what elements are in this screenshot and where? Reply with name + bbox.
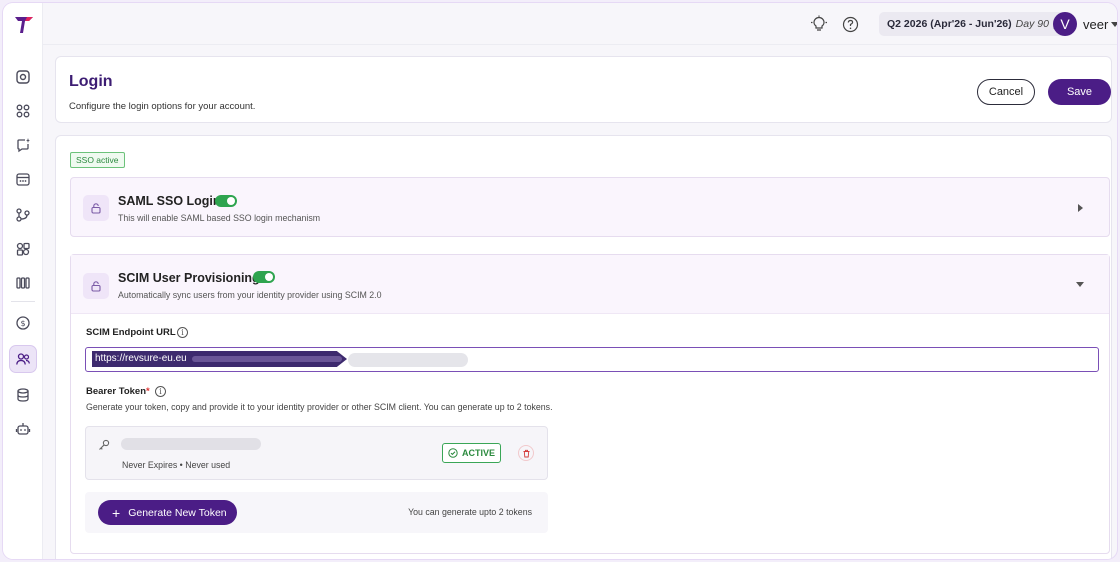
user-menu-chevron-down-icon[interactable]	[1111, 22, 1117, 27]
scim-endpoint-value: https://revsure-eu.eu	[95, 353, 187, 364]
saml-description: This will enable SAML based SSO login me…	[118, 213, 321, 223]
period-label: Q2 2026 (Apr'26 - Jun'26)	[887, 18, 1012, 30]
token-meta: Never Expires • Never used	[122, 460, 231, 470]
token-status-badge: ACTIVE	[442, 443, 501, 463]
token-card: Never Expires • Never used ACTIVE	[85, 426, 548, 480]
trash-icon	[523, 449, 529, 457]
collapse-chevron-down-icon[interactable]	[1076, 282, 1084, 287]
bearer-token-label-text: Bearer Token	[86, 386, 147, 397]
info-icon[interactable]: i	[155, 386, 166, 397]
top-bar: Q2 2026 (Apr'26 - Jun'26) Day 90 V veer	[43, 3, 1117, 45]
token-status-text: ACTIVE	[461, 448, 495, 458]
redacted-url-tail	[348, 353, 468, 367]
scim-endpoint-input[interactable]: https://revsure-eu.eu	[85, 347, 1099, 372]
login-settings-card: SSO active SAML SSO Login This will enab…	[55, 135, 1112, 559]
nav-users-icon[interactable]	[9, 345, 37, 373]
app-window: $ Q2 2026 (Apr'26 - Jun'26) Day 90 V vee…	[3, 3, 1117, 559]
info-icon[interactable]: i	[177, 327, 188, 338]
nav-ai-chat-icon[interactable]	[9, 131, 37, 159]
generate-token-hint: You can generate upto 2 tokens	[408, 507, 532, 517]
generate-new-token-label: Generate New Token	[128, 506, 227, 519]
scim-description: Automatically sync users from your ident…	[118, 290, 382, 300]
avatar[interactable]: V	[1053, 12, 1077, 36]
nav-apps-icon[interactable]	[9, 97, 37, 125]
cancel-button[interactable]: Cancel	[977, 79, 1035, 105]
page-title: Login	[69, 73, 113, 90]
nav-calendar-icon[interactable]	[9, 165, 37, 193]
plus-icon: +	[112, 504, 121, 521]
scim-endpoint-label: SCIM Endpoint URL	[86, 327, 176, 338]
scim-endpoint-selected-text: https://revsure-eu.eu	[92, 351, 347, 367]
required-mark: *	[146, 386, 150, 397]
scim-header[interactable]: SCIM User Provisioning Automatically syn…	[71, 255, 1109, 314]
nav-database-icon[interactable]	[9, 381, 37, 409]
redacted-url-segment	[192, 356, 342, 362]
saml-sso-section[interactable]: SAML SSO Login This will enable SAML bas…	[70, 177, 1110, 237]
bearer-token-help: Generate your token, copy and provide it…	[86, 402, 553, 412]
key-icon	[99, 439, 110, 450]
redacted-token-value	[121, 438, 261, 450]
saml-toggle[interactable]	[215, 195, 237, 207]
nav-segments-icon[interactable]	[9, 235, 37, 263]
sidebar: $	[3, 3, 43, 559]
generate-token-panel: + Generate New Token You can generate up…	[85, 492, 548, 533]
saml-title: SAML SSO Login	[118, 194, 221, 208]
sidebar-divider	[11, 301, 35, 302]
expand-chevron-right-icon[interactable]	[1078, 204, 1083, 212]
username[interactable]: veer	[1083, 17, 1108, 32]
nav-home-icon[interactable]	[9, 63, 37, 91]
period-day: Day 90	[1015, 18, 1049, 30]
idea-bulb-icon[interactable]	[809, 14, 829, 34]
check-circle-icon	[448, 448, 458, 458]
period-selector[interactable]: Q2 2026 (Apr'26 - Jun'26) Day 90	[879, 12, 1073, 36]
help-icon[interactable]	[840, 14, 860, 34]
page-subtitle: Configure the login options for your acc…	[69, 101, 256, 112]
scim-title: SCIM User Provisioning	[118, 271, 260, 285]
nav-billing-icon[interactable]: $	[9, 309, 37, 337]
scim-toggle[interactable]	[253, 271, 275, 283]
generate-new-token-button[interactable]: + Generate New Token	[98, 500, 237, 525]
svg-text:$: $	[20, 319, 25, 328]
page-header: Login Configure the login options for yo…	[55, 56, 1112, 123]
save-button[interactable]: Save	[1048, 79, 1111, 105]
nav-pipeline-icon[interactable]	[9, 201, 37, 229]
delete-token-button[interactable]	[518, 445, 534, 461]
lock-icon	[83, 273, 109, 299]
sso-active-badge: SSO active	[70, 152, 125, 168]
bearer-token-label: Bearer Token*	[86, 386, 150, 397]
nav-bot-icon[interactable]	[9, 415, 37, 443]
nav-reports-icon[interactable]	[9, 269, 37, 297]
brand-logo[interactable]	[13, 15, 35, 35]
lock-icon	[83, 195, 109, 221]
